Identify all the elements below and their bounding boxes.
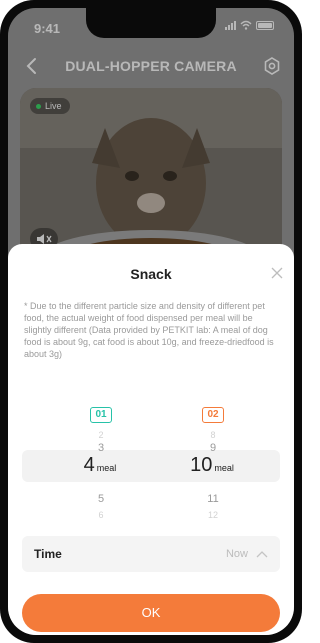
phone-frame: 9:41 DUAL-HOPPER CAMERA Live Snack * Due… bbox=[0, 0, 302, 643]
picker-value: 6 bbox=[98, 510, 104, 520]
picker-column-hopper-1[interactable]: 01 2 3 5 6 bbox=[66, 404, 136, 520]
snack-sheet: Snack * Due to the different particle si… bbox=[8, 244, 294, 635]
time-value: Now bbox=[225, 548, 248, 560]
screen: 9:41 DUAL-HOPPER CAMERA Live Snack * Due… bbox=[8, 8, 294, 635]
selected-meal-count: 10 bbox=[190, 454, 213, 476]
time-label: Time bbox=[34, 547, 62, 561]
meal-unit: meal bbox=[214, 463, 234, 473]
close-icon[interactable] bbox=[270, 266, 284, 280]
picker-value: 12 bbox=[207, 510, 218, 520]
picker-value: 2 bbox=[98, 430, 104, 440]
hopper-2-badge: 02 bbox=[202, 407, 224, 423]
selected-meals-hopper-2: 10 meal bbox=[152, 454, 272, 477]
ok-button[interactable]: OK bbox=[22, 594, 280, 632]
selected-meals-hopper-1: 4 meal bbox=[40, 454, 160, 477]
meal-unit: meal bbox=[96, 463, 117, 473]
sheet-title: Snack bbox=[130, 266, 172, 282]
hopper-1-badge: 01 bbox=[90, 407, 112, 423]
notch bbox=[86, 8, 216, 38]
picker-value: 5 bbox=[97, 493, 105, 505]
picker-value: 9 bbox=[209, 442, 217, 454]
time-row[interactable]: Time Now bbox=[22, 536, 280, 572]
selected-meal-count: 4 bbox=[83, 454, 95, 476]
picker-value: 3 bbox=[97, 442, 105, 454]
picker-value: 8 bbox=[210, 430, 216, 440]
food-weight-note: * Due to the different particle size and… bbox=[24, 301, 274, 359]
picker-column-hopper-2[interactable]: 02 8 9 11 12 bbox=[178, 404, 248, 520]
chevron-up-icon bbox=[256, 551, 268, 558]
picker-value: 11 bbox=[207, 493, 219, 505]
